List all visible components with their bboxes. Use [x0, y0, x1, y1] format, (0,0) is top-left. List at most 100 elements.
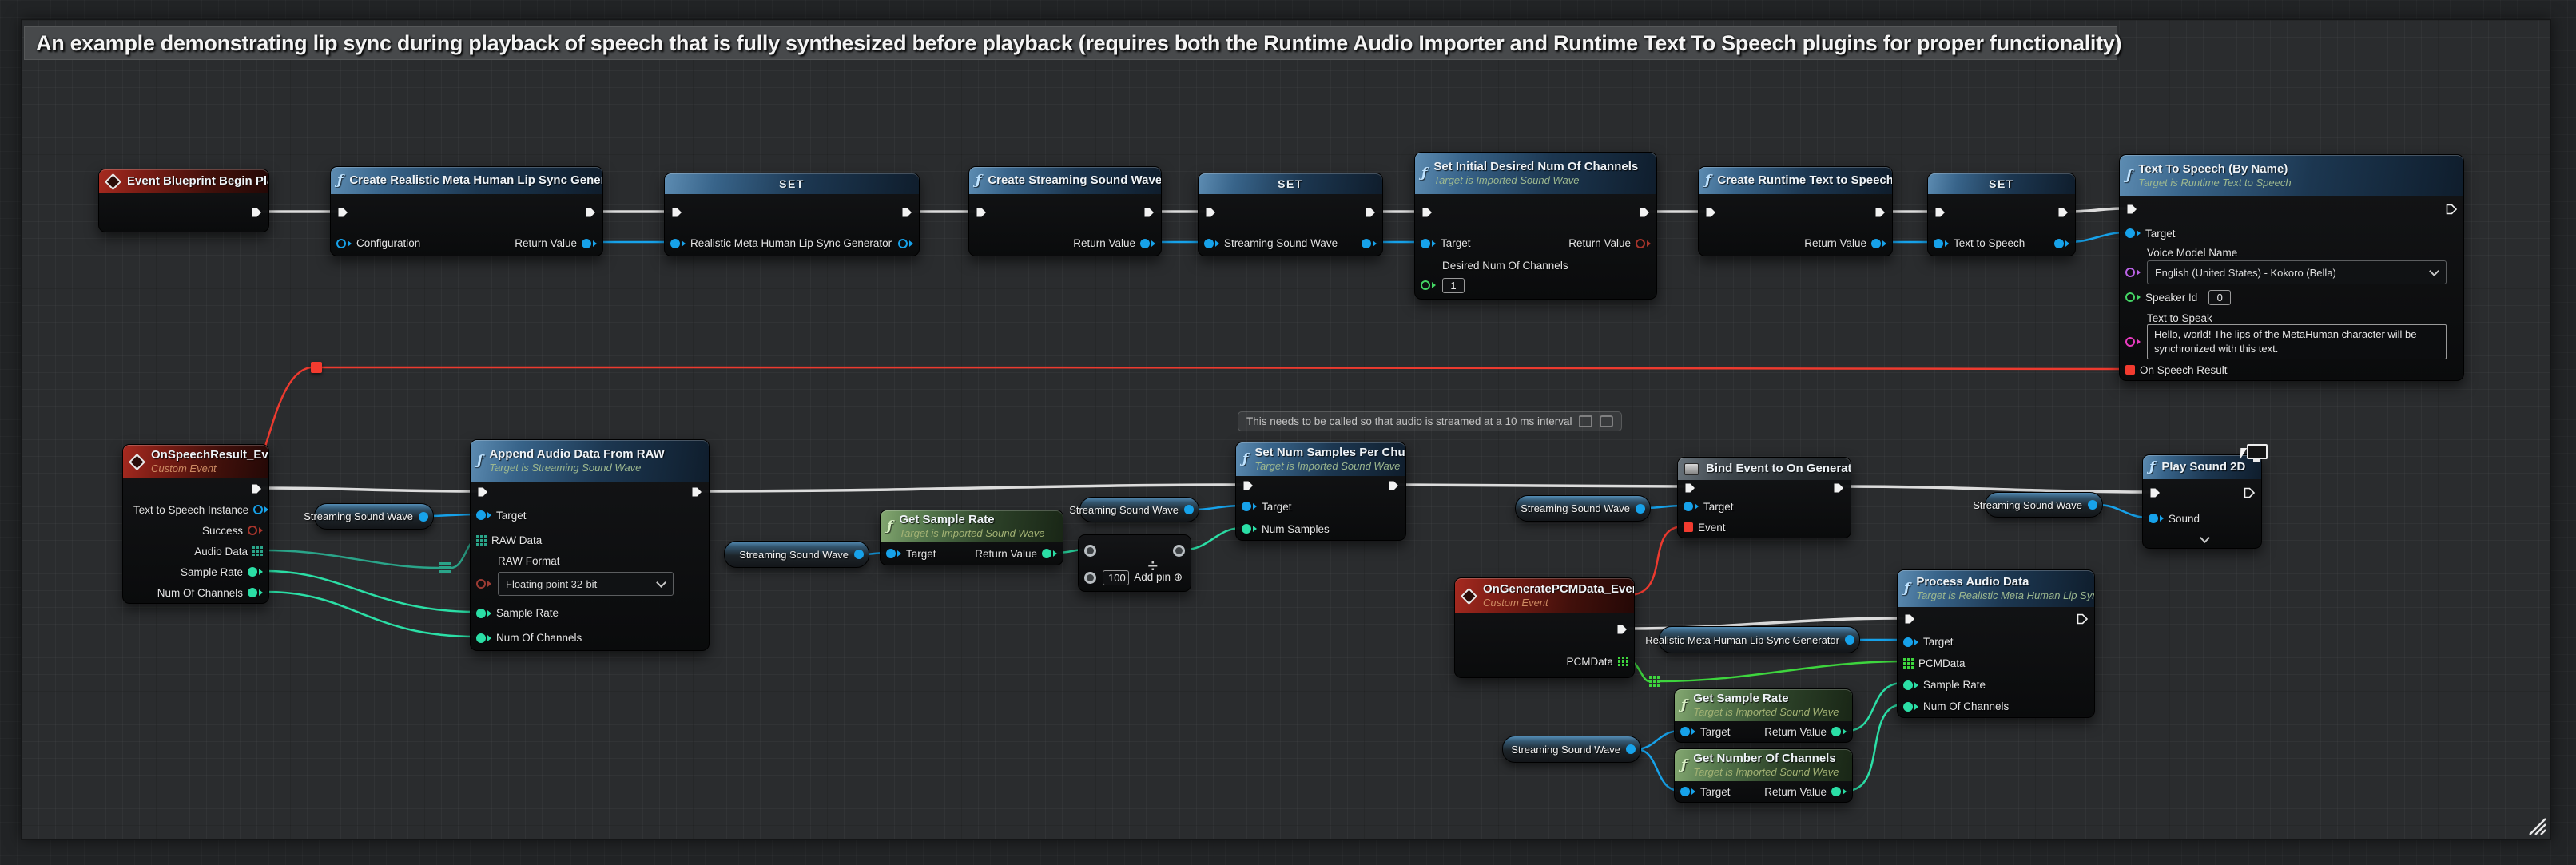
reroute-reroute-delegate[interactable] — [311, 362, 322, 373]
pin-return-value-circle[interactable] — [1831, 727, 1847, 736]
value-value-box[interactable]: 100 — [1103, 570, 1129, 585]
pin-target-circle[interactable] — [1421, 239, 1436, 248]
node-event-blueprint-begin-play[interactable]: Event Blueprint Begin Play — [98, 169, 269, 232]
node-create-runtime-text-to-speech[interactable]: ƒCreate Runtime Text to SpeechReturn Val… — [1698, 166, 1893, 256]
pin-event-square[interactable] — [1684, 522, 1693, 532]
variable-output-pin[interactable] — [854, 550, 864, 559]
pin-return-value-circle[interactable] — [1871, 239, 1886, 248]
exec-pin[interactable] — [1387, 479, 1400, 492]
pin-pcmdata-grid[interactable] — [1618, 657, 1628, 667]
english-united-states-kokoro-bella-dropdown[interactable]: English (United States) - Kokoro (Bella) — [2147, 260, 2447, 284]
variable-output-pin[interactable] — [1626, 744, 1636, 754]
variable-output-pin[interactable] — [1845, 635, 1854, 645]
exec-pin[interactable] — [1903, 613, 1916, 625]
pin-target-circle[interactable] — [1242, 502, 1257, 511]
pin-sample-rate-circle[interactable] — [248, 567, 263, 577]
pin-realistic-meta-human-lip-sync-generator-circle[interactable] — [670, 239, 686, 248]
pin-target-circle[interactable] — [1680, 787, 1695, 796]
pin-audio-data-grid[interactable] — [252, 546, 263, 557]
node-get-number-of-channels[interactable]: ƒGet Number Of ChannelsTarget is Importe… — [1674, 748, 1853, 803]
pin-text-to-speech-circle[interactable] — [1934, 239, 1949, 248]
exec-pin[interactable] — [2076, 613, 2089, 625]
reroute-reroute-audio-data[interactable] — [439, 562, 451, 573]
node-onspeechresult-event[interactable]: OnSpeechResult_EventCustom EventText to … — [122, 444, 269, 604]
exec-pin[interactable] — [250, 206, 263, 219]
pin-return-value-circle[interactable] — [582, 239, 597, 248]
pin-success-circle[interactable] — [248, 526, 263, 535]
expand-chevron-icon[interactable] — [2200, 533, 2210, 543]
exec-pin[interactable] — [1638, 206, 1651, 219]
exec-pin[interactable] — [1204, 206, 1217, 219]
exec-pin[interactable] — [1832, 482, 1845, 494]
node-comment-bubble[interactable]: This needs to be called so that audio is… — [1238, 411, 1622, 431]
node-set-streaming-sound-wave[interactable]: SETStreaming Sound Wave — [1198, 173, 1383, 256]
pin-streaming-sound-wave-circle[interactable] — [1204, 239, 1219, 248]
exec-pin[interactable] — [1704, 206, 1717, 219]
pin-num-samples-circle[interactable] — [1242, 524, 1257, 534]
exec-pin[interactable] — [1874, 206, 1886, 219]
exec-pin[interactable] — [2125, 203, 2138, 216]
variable-output-pin[interactable] — [419, 512, 428, 522]
node-create-streaming-sound-wave[interactable]: ƒCreate Streaming Sound WaveReturn Value — [968, 166, 1162, 256]
pin-text-to-speech-instance-circle[interactable] — [253, 505, 268, 514]
pill-var-streaming-sound-wave-5[interactable]: Streaming Sound Wave — [1985, 492, 2103, 518]
exec-pin[interactable] — [1934, 206, 1946, 219]
exec-pin[interactable] — [1242, 479, 1254, 492]
node-set-realistic-metahuman-lipsync-generator[interactable]: SETRealistic Meta Human Lip Sync Generat… — [664, 173, 920, 256]
node-play-sound-2d[interactable]: ƒPlay Sound 2DSound — [2142, 454, 2262, 549]
text-to-speak-input[interactable]: Hello, world! The lips of the MetaHuman … — [2147, 324, 2447, 359]
exec-pin[interactable] — [476, 486, 489, 498]
node-append-audio-data-from-raw[interactable]: ƒAppend Audio Data From RAWTarget is Str… — [470, 439, 710, 651]
node-set-text-to-speech[interactable]: SETText to Speech — [1927, 173, 2076, 256]
pin-configuration-circle[interactable] — [336, 239, 352, 248]
exec-pin[interactable] — [2243, 486, 2256, 499]
node-get-sample-rate-2[interactable]: ƒGet Sample RateTarget is Imported Sound… — [1674, 688, 1853, 743]
floating-point-32-bit-dropdown[interactable]: Floating point 32-bit — [498, 572, 674, 596]
exec-pin[interactable] — [690, 486, 703, 498]
pin-ring-ring[interactable] — [1173, 545, 1185, 557]
pin-target-circle[interactable] — [1680, 727, 1695, 736]
node-create-realistic-metahuman-lipsync-generator[interactable]: ƒCreate Realistic Meta Human Lip Sync Ge… — [330, 166, 603, 256]
node-text-to-speech-by-name[interactable]: ƒText To Speech (By Name)Target is Runti… — [2119, 154, 2464, 381]
pin-sample-rate-circle[interactable] — [476, 609, 491, 618]
exec-pin[interactable] — [2057, 206, 2069, 219]
pin-enum-circle[interactable] — [476, 579, 491, 589]
value-value-box[interactable]: 1 — [1442, 278, 1465, 293]
pin-sample-rate-circle[interactable] — [1903, 680, 1918, 690]
pin-return-value-circle[interactable] — [1831, 787, 1847, 796]
resize-grip-icon[interactable] — [2526, 815, 2547, 836]
pin-circle-circle[interactable] — [1362, 239, 1377, 248]
node-bind-event-to-on-generate-pcmdata[interactable]: Bind Event to On Generate PCMDataTargetE… — [1677, 457, 1851, 538]
exec-pin[interactable] — [584, 206, 597, 219]
reroute-reroute-pcmdata[interactable] — [1649, 676, 1660, 687]
pill-var-realistic-metahuman-lipsync-generator[interactable]: Realistic Meta Human Lip Sync Generator — [1659, 626, 1860, 653]
pin-circle-circle[interactable] — [1421, 280, 1436, 290]
pin-target-circle[interactable] — [886, 549, 901, 558]
pin-sound-circle[interactable] — [2149, 514, 2164, 523]
exec-pin[interactable] — [2149, 486, 2161, 499]
pin-circle-circle[interactable] — [898, 239, 913, 248]
exec-pin[interactable] — [670, 206, 683, 219]
pin-num-of-channels-circle[interactable] — [476, 633, 491, 643]
pin-target-circle[interactable] — [2125, 228, 2141, 238]
exec-pin[interactable] — [1616, 623, 1628, 636]
pill-var-streaming-sound-wave-2[interactable]: Streaming Sound Wave — [724, 541, 869, 568]
exec-pin[interactable] — [1364, 206, 1377, 219]
node-set-num-samples-per-chunk[interactable]: ƒSet Num Samples Per ChunkTarget is Impo… — [1235, 442, 1406, 541]
node-process-audio-data[interactable]: ƒProcess Audio DataTarget is Realistic M… — [1897, 569, 2095, 718]
node-divide-node[interactable]: 100Add pin ⊕÷ — [1078, 534, 1191, 592]
pin-return-value-circle[interactable] — [1636, 239, 1651, 248]
pin-return-value-circle[interactable] — [1042, 549, 1057, 558]
pin-enum-circle[interactable] — [2125, 268, 2141, 277]
exec-pin[interactable] — [250, 482, 263, 495]
pin-speaker-id-circle[interactable] — [2125, 292, 2141, 302]
pin-num-of-channels-circle[interactable] — [1903, 702, 1918, 712]
pin-pcmdata-grid[interactable] — [1903, 658, 1914, 669]
exec-pin[interactable] — [1143, 206, 1155, 219]
exec-pin[interactable] — [1421, 206, 1433, 219]
pin-raw-data-grid[interactable] — [476, 535, 487, 546]
comment-pin-icon[interactable] — [1579, 415, 1592, 427]
variable-output-pin[interactable] — [1184, 505, 1194, 514]
exec-pin[interactable] — [1684, 482, 1696, 494]
pin-target-circle[interactable] — [1903, 637, 1918, 647]
